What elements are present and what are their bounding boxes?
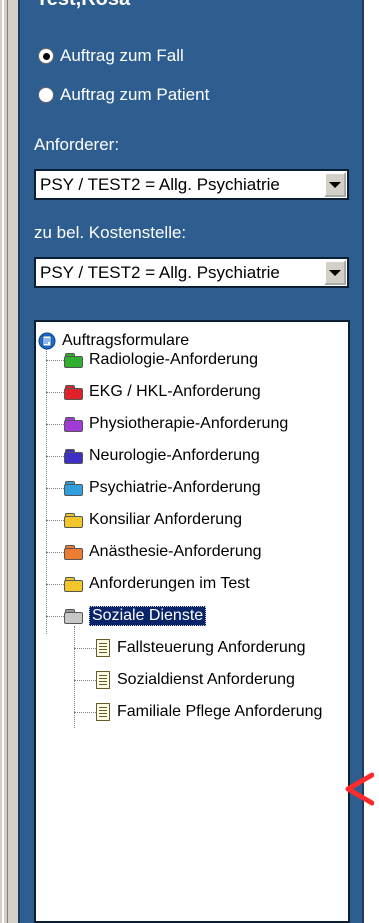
folder-open-icon-gray [64,608,84,624]
tree-doc-label: Fallsteuerung Anforderung [117,639,306,656]
folder-icon-yellow [64,512,84,528]
tree-folder-konsiliar[interactable]: Konsiliar Anforderung [64,510,242,530]
folder-icon-purple [64,416,84,432]
tree-folder-psychiatrie[interactable]: Psychiatrie-Anforderung [64,478,261,498]
radio-button-unchecked[interactable] [38,87,54,103]
window-frame-left [0,0,8,923]
tree-folder-label-selected: Soziale Dienste [89,606,207,626]
document-icon [96,639,110,657]
cost-center-value: PSY / TEST2 = Allg. Psychiatrie [40,263,280,282]
order-panel: Test,Rosa Auftrag zum Fall Auftrag zum P… [18,0,364,923]
tree-folder-label: Neurologie-Anforderung [89,447,260,464]
tree-folder-test[interactable]: Anforderungen im Test [64,574,250,594]
radio-order-for-case[interactable]: Auftrag zum Fall [38,46,184,66]
tree-connector [46,360,64,361]
cost-center-dropdown[interactable]: PSY / TEST2 = Allg. Psychiatrie [34,257,349,288]
tree-connector [74,712,96,713]
forms-root-icon [38,332,56,350]
tree-doc-sozialdienst[interactable]: Sozialdienst Anforderung [96,670,295,690]
folder-icon-orange [64,544,84,560]
tree-doc-familiale-pflege[interactable]: Familiale Pflege Anforderung [96,702,322,722]
document-icon [96,703,110,721]
tree-connector [46,488,64,489]
requester-dropdown[interactable]: PSY / TEST2 = Allg. Psychiatrie [34,169,349,200]
tree-doc-fallsteuerung[interactable]: Fallsteuerung Anforderung [96,638,306,658]
folder-icon-green [64,352,84,368]
tree-folder-soziale-dienste[interactable]: Soziale Dienste [64,606,207,626]
requester-dropdown-button[interactable] [324,172,346,197]
tree-connector [46,344,47,634]
chevron-down-icon [329,181,341,188]
requester-value: PSY / TEST2 = Allg. Psychiatrie [40,175,280,194]
tree-root-label: Auftragsformulare [62,332,190,349]
tree-folder-label: Radiologie-Anforderung [89,351,258,368]
tree-connector [74,680,96,681]
tree-folder-label: Konsiliar Anforderung [89,511,242,528]
tree-folder-label: Psychiatrie-Anforderung [89,479,261,496]
annotation-arrow-icon [345,772,374,806]
folder-icon-yellow [64,576,84,592]
tree-connector [46,616,64,617]
cost-center-dropdown-button[interactable] [324,260,346,285]
tree-folder-physiotherapie[interactable]: Physiotherapie-Anforderung [64,414,288,434]
tree-connector [46,424,64,425]
tree-connector [46,552,64,553]
folder-icon-blue [64,448,84,464]
folder-icon-red [64,384,84,400]
folder-icon-lightblue [64,480,84,496]
tree-connector [74,648,96,649]
radio-label-patient: Auftrag zum Patient [60,85,210,104]
order-forms-tree[interactable]: Auftragsformulare Radiologie-Anforderung… [34,320,350,923]
tree-connector [46,456,64,457]
radio-order-for-patient[interactable]: Auftrag zum Patient [38,85,209,105]
tree-folder-ekg[interactable]: EKG / HKL-Anforderung [64,382,261,402]
document-icon [96,671,110,689]
tree-folder-neurologie[interactable]: Neurologie-Anforderung [64,446,260,466]
tree-folder-label: Physiotherapie-Anforderung [89,415,289,432]
radio-label-case: Auftrag zum Fall [60,46,184,65]
tree-folder-label: Anästhesie-Anforderung [89,543,262,560]
tree-folder-radiologie[interactable]: Radiologie-Anforderung [64,350,258,370]
tree-doc-label: Sozialdienst Anforderung [117,671,295,688]
chevron-down-icon [329,269,341,276]
radio-button-checked[interactable] [38,48,54,64]
cost-center-label: zu bel. Kostenstelle: [34,223,187,242]
tree-folder-label: Anforderungen im Test [89,575,250,592]
tree-root[interactable]: Auftragsformulare [38,331,189,351]
tree-folder-label: EKG / HKL-Anforderung [89,383,261,400]
patient-name: Test,Rosa [36,0,130,11]
tree-connector [46,584,64,585]
tree-folder-anaesthesie[interactable]: Anästhesie-Anforderung [64,542,262,562]
tree-connector [46,520,64,521]
requester-label: Anforderer: [34,135,120,154]
tree-connector [46,392,64,393]
tree-doc-label: Familiale Pflege Anforderung [117,703,323,720]
